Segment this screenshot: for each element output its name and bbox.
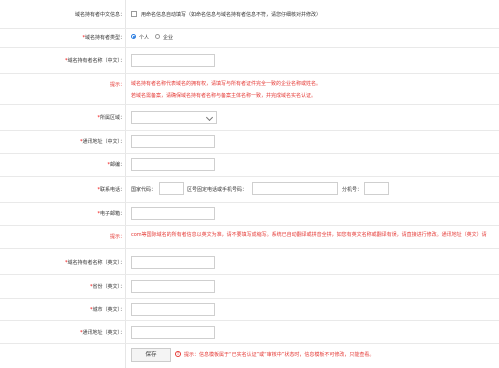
address-en-input[interactable] xyxy=(131,326,215,339)
province-en-input[interactable] xyxy=(131,280,215,293)
holder-type-label: *域名持有者类型： xyxy=(82,35,125,41)
address-cn-label: *通讯地址（中文）： xyxy=(79,139,125,145)
country-code-label: 国家代码： xyxy=(131,187,157,193)
tip1-line-1: 域名持有者名称代表域名的拥有权，请填写与所有者证件完全一致的企业名称或姓名。 xyxy=(131,81,322,87)
tip1-line-2: 若域名需备案，请确保域名持有者名称与备案主体名称一致，并完成域名实名认证。 xyxy=(131,93,317,99)
holder-name-cn-input[interactable] xyxy=(131,54,215,67)
phone-label: *联系电话： xyxy=(97,187,125,193)
chevron-down-icon xyxy=(205,113,214,122)
phone-number-input[interactable] xyxy=(252,182,338,195)
auto-fill-checkbox[interactable] xyxy=(131,11,137,17)
row-divider xyxy=(0,343,499,344)
label-column-divider xyxy=(125,0,126,368)
save-button[interactable]: 保存 xyxy=(131,348,171,362)
holder-type-company-radio[interactable] xyxy=(155,34,160,39)
postcode-label: *邮编： xyxy=(107,162,125,168)
region-label: *所属区域： xyxy=(97,115,125,121)
postcode-input[interactable] xyxy=(131,158,215,171)
tip2-text: com等国际域名的所有者信息以英文为准，请不要填写成缩写。系统已自动翻译或拼音全… xyxy=(131,232,487,238)
country-code-input[interactable] xyxy=(159,182,184,195)
row-divider xyxy=(0,298,499,299)
row-divider xyxy=(0,225,499,226)
save-warning-text: 提示：信息模板属于“已实名认证”或“审核中”状态时，信息模板不可修改，只能查看。 xyxy=(184,352,375,358)
holder-name-cn-label: *域名持有者名称（中文）： xyxy=(64,58,125,64)
row-divider xyxy=(0,248,499,249)
holder-name-en-label: *域名持有者名称（英文）： xyxy=(64,260,125,266)
auto-fill-checkbox-label: 用命名信息自动填写（如命名信息与域名持有者信息不符，请您仔细核对并修改） xyxy=(141,12,322,18)
email-input[interactable] xyxy=(131,207,215,220)
chinese-info-label: 域名持有者中文信息： xyxy=(74,12,125,18)
holder-name-en-input[interactable] xyxy=(131,256,215,269)
city-en-input[interactable] xyxy=(131,303,215,316)
province-en-label: *省份（英文）： xyxy=(89,284,125,290)
row-divider xyxy=(0,104,499,105)
extension-label: 分机号： xyxy=(342,187,363,193)
row-divider xyxy=(0,176,499,177)
row-divider xyxy=(0,274,499,275)
region-select[interactable] xyxy=(131,111,217,124)
tip2-label: 提示： xyxy=(109,234,125,240)
tip1-label: 提示： xyxy=(109,82,125,88)
warning-icon: ! xyxy=(175,351,181,357)
row-divider xyxy=(0,47,499,48)
holder-type-personal-label: 个人 xyxy=(139,35,150,41)
address-en-label: *通讯地址（英文）： xyxy=(79,330,125,336)
row-divider xyxy=(0,320,499,321)
city-en-label: *城市（英文）： xyxy=(89,307,125,313)
holder-type-personal-radio[interactable] xyxy=(131,34,136,39)
row-divider xyxy=(0,202,499,203)
row-divider xyxy=(0,28,499,29)
address-cn-input[interactable] xyxy=(131,135,215,148)
area-phone-label: 区号固定电话或手机号码： xyxy=(187,187,248,193)
extension-input[interactable] xyxy=(364,182,389,195)
email-label: *电子邮箱： xyxy=(97,211,125,217)
row-divider xyxy=(0,153,499,154)
holder-type-company-label: 企业 xyxy=(163,35,174,41)
row-divider xyxy=(0,130,499,131)
row-divider xyxy=(0,73,499,74)
